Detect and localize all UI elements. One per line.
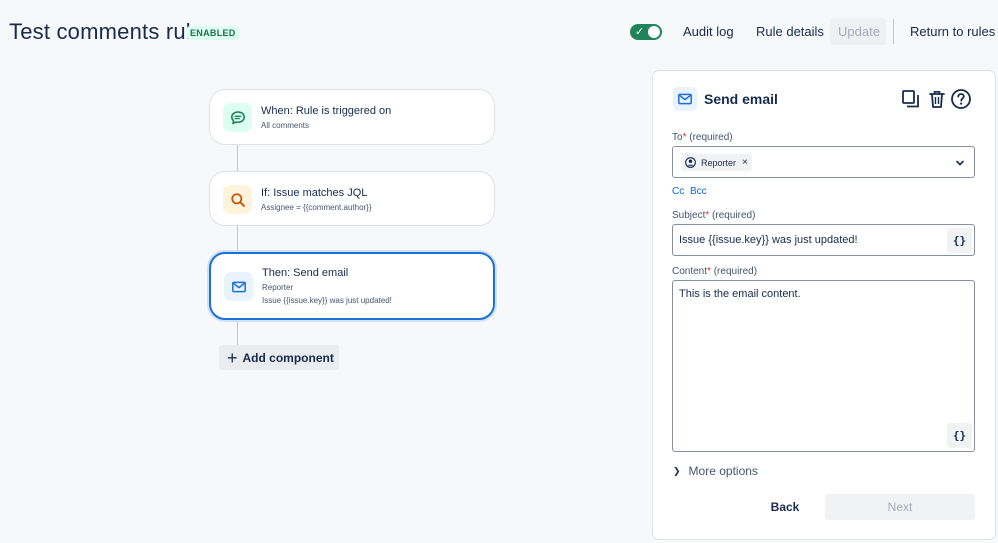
- panel-title: Send email: [704, 91, 778, 107]
- plus-icon: +: [227, 347, 238, 368]
- flow-connector: [237, 225, 238, 253]
- node-subtitle: Assignee = {{comment.author}}: [261, 203, 372, 212]
- required-asterisk: *: [682, 132, 687, 143]
- content-label-text: Content: [672, 266, 708, 277]
- smart-value-button[interactable]: {}: [947, 228, 972, 253]
- action-node-selected[interactable]: Then: Send email Reporter Issue {{issue.…: [209, 252, 495, 320]
- search-icon: [223, 185, 252, 214]
- to-label: To* (required): [672, 132, 733, 143]
- more-options-toggle[interactable]: ❯ More options: [673, 464, 758, 478]
- add-component-button[interactable]: + Add component: [219, 345, 339, 370]
- to-recipient-select[interactable]: Reporter ×: [672, 146, 975, 178]
- subject-input[interactable]: [672, 224, 975, 256]
- node-subtitle: Reporter: [262, 283, 294, 292]
- trash-icon[interactable]: [926, 88, 948, 110]
- duplicate-icon[interactable]: [900, 88, 922, 110]
- send-email-panel: Send email To* (required) Reporter × Cc …: [652, 70, 996, 540]
- subject-label-text: Subject: [672, 210, 706, 221]
- next-button[interactable]: Next: [825, 494, 975, 520]
- condition-node[interactable]: If: Issue matches JQL Assignee = {{comme…: [209, 171, 495, 226]
- chevron-down-icon[interactable]: [955, 158, 965, 168]
- node-title: If: Issue matches JQL: [261, 187, 368, 199]
- required-text: (required): [713, 266, 758, 277]
- node-title: Then: Send email: [262, 267, 349, 279]
- flow-connector: [237, 144, 238, 172]
- mail-icon: [673, 87, 697, 111]
- recipient-chip: Reporter ×: [681, 154, 752, 171]
- node-subtitle: All comments: [261, 121, 310, 130]
- recipient-chip-label: Reporter: [701, 157, 737, 168]
- bcc-link[interactable]: Bcc: [690, 186, 707, 197]
- header-divider: [893, 19, 894, 44]
- required-text: (required): [689, 132, 733, 143]
- user-avatar-icon: [685, 157, 696, 168]
- flow-connector: [237, 320, 238, 346]
- back-button[interactable]: Back: [730, 494, 840, 520]
- to-label-text: To: [672, 132, 683, 143]
- check-icon: ✓: [635, 26, 645, 38]
- help-icon[interactable]: [950, 88, 972, 110]
- audit-log-button[interactable]: Audit log: [675, 18, 742, 45]
- status-badge: ENABLED: [187, 26, 239, 40]
- more-options-label: More options: [688, 464, 758, 478]
- content-label: Content* (required): [672, 266, 757, 277]
- remove-chip-icon[interactable]: ×: [742, 157, 748, 168]
- smart-value-button[interactable]: {}: [947, 423, 972, 448]
- required-asterisk: *: [705, 210, 710, 221]
- content-textarea[interactable]: This is the email content.: [672, 280, 975, 452]
- required-text: (required): [712, 210, 756, 221]
- required-asterisk: *: [707, 266, 711, 277]
- node-title: When: Rule is triggered on: [261, 105, 392, 117]
- subject-label: Subject* (required): [672, 210, 755, 221]
- page-title: Test comments rule: [9, 19, 204, 44]
- update-button[interactable]: Update: [830, 18, 886, 45]
- mail-icon: [224, 272, 253, 301]
- trigger-node[interactable]: When: Rule is triggered on All comments: [209, 89, 495, 145]
- chevron-right-icon: ❯: [673, 465, 681, 476]
- add-component-label: Add component: [242, 350, 334, 365]
- comment-icon: [223, 103, 252, 132]
- return-to-rules-button[interactable]: Return to rules: [902, 18, 998, 45]
- rule-details-button[interactable]: Rule details: [748, 18, 832, 45]
- node-subtitle: Issue {{issue.key}} was just updated!: [262, 296, 392, 305]
- toggle-knob: [648, 26, 660, 38]
- cc-link[interactable]: Cc: [672, 186, 684, 197]
- rule-enabled-toggle[interactable]: ✓: [630, 24, 662, 40]
